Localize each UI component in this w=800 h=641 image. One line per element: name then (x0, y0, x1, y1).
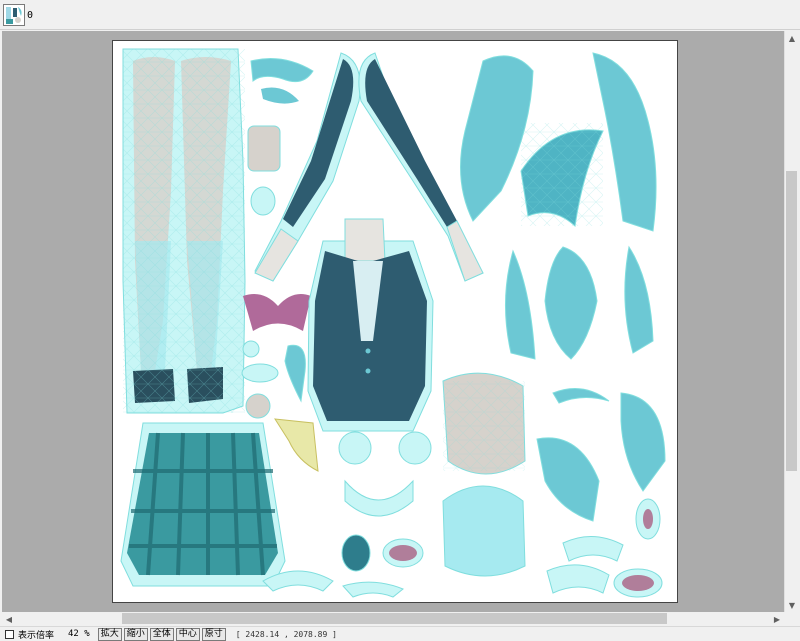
canvas-viewport[interactable] (2, 31, 784, 612)
horizontal-scrollbar[interactable]: ◀ ▶ (2, 612, 784, 626)
cursor-coordinates: [ 2428.14 , 2078.89 ] (235, 629, 337, 639)
document-tab-bar: 0 (0, 0, 800, 30)
actual-size-button[interactable]: 原寸 (201, 627, 226, 641)
scroll-up-arrow-icon[interactable]: ▲ (785, 31, 799, 45)
tab-label: 0 (27, 9, 34, 21)
zoom-label: 表示倍率 (18, 630, 55, 641)
status-bar: 表示倍率 42 % 拡大 縮小 全体 中心 原寸 [ 2428.14 , 207… (0, 626, 800, 641)
scroll-down-arrow-icon[interactable]: ▼ (785, 598, 799, 612)
scrollbar-corner (784, 612, 798, 626)
vertical-scrollbar[interactable]: ▲ ▼ (784, 31, 798, 612)
skirt-uv-island (120, 422, 286, 587)
fit-all-button[interactable]: 全体 (149, 627, 174, 641)
texture-thumbnail (3, 4, 25, 26)
center-button[interactable]: 中心 (175, 627, 200, 641)
zoom-in-button[interactable]: 拡大 (97, 627, 122, 641)
legs-uv-island (122, 48, 246, 414)
uv-texture-canvas[interactable] (112, 40, 678, 603)
zoom-out-button[interactable]: 縮小 (123, 627, 148, 641)
scroll-right-arrow-icon[interactable]: ▶ (770, 612, 784, 626)
zoom-value: 42 % (68, 629, 90, 639)
scroll-left-arrow-icon[interactable]: ◀ (2, 612, 16, 626)
uv-texture-artwork (120, 48, 666, 598)
document-tab[interactable]: 0 (3, 3, 33, 27)
zoom-checkbox[interactable] (5, 629, 14, 639)
horizontal-scroll-thumb[interactable] (122, 613, 667, 624)
vest-uv-island (307, 218, 434, 432)
vertical-scroll-thumb[interactable] (786, 171, 797, 471)
